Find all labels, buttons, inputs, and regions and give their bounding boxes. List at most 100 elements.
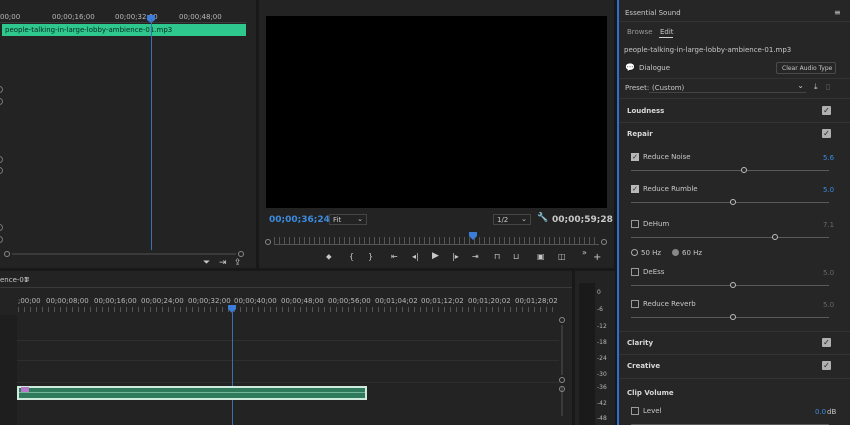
keyframe-icon[interactable] bbox=[0, 86, 3, 93]
deess-slider-knob[interactable] bbox=[730, 282, 736, 288]
mark-out-icon[interactable]: } bbox=[368, 252, 373, 261]
section-loudness[interactable]: Loudness bbox=[627, 107, 664, 115]
clarity-checkbox[interactable]: ✓ bbox=[822, 338, 831, 347]
clear-audio-type-label: Clear Audio Type bbox=[782, 65, 833, 72]
keyframe-icon[interactable] bbox=[0, 236, 3, 243]
meter-scale-label: -48 bbox=[597, 415, 607, 422]
dehum-slider[interactable] bbox=[631, 237, 829, 238]
zoom-dropdown[interactable]: Fit ⌄ bbox=[329, 214, 367, 225]
timeline-panel: ence-01 ≡ ;00;00 00;00;08;00 00;00;16;00… bbox=[0, 271, 572, 425]
add-button-icon[interactable]: + bbox=[593, 252, 601, 263]
menu-icon[interactable]: ≡ bbox=[24, 275, 30, 283]
timeline-ruler-tick: 00;01;04;02 bbox=[375, 297, 418, 305]
video-preview[interactable] bbox=[266, 16, 607, 208]
reduce-noise-slider-knob[interactable] bbox=[741, 167, 747, 173]
panel-menu-icon[interactable]: ≡ bbox=[834, 8, 841, 17]
deess-checkbox[interactable] bbox=[631, 268, 639, 276]
extract-icon[interactable]: ⊔ bbox=[513, 252, 519, 261]
timeline-ruler-tick: 00;01;12;02 bbox=[421, 297, 464, 305]
insert-icon[interactable]: ⇥ bbox=[219, 258, 227, 268]
tab-browse[interactable]: Browse bbox=[627, 28, 653, 36]
source-scrollbar[interactable] bbox=[0, 250, 246, 258]
section-clip-volume[interactable]: Clip Volume bbox=[627, 389, 674, 397]
dehum-slider-knob[interactable] bbox=[772, 234, 778, 240]
meter-scale-label: -42 bbox=[597, 400, 607, 407]
divider bbox=[619, 98, 850, 99]
more-buttons-icon[interactable]: » bbox=[582, 248, 587, 257]
vscroll-handle-icon[interactable] bbox=[559, 386, 565, 392]
filter-icon[interactable]: ⏷ bbox=[203, 258, 210, 268]
track-divider bbox=[17, 360, 559, 361]
meter-scale-label: -6 bbox=[597, 306, 603, 313]
level-value[interactable]: 0.0 bbox=[815, 408, 826, 416]
vscroll-track[interactable] bbox=[561, 325, 563, 375]
delete-preset-icon[interactable]: ▯ bbox=[826, 82, 830, 91]
deess-value[interactable]: 5.0 bbox=[823, 269, 834, 277]
step-back-icon[interactable]: ◂| bbox=[412, 252, 419, 261]
scrub-end-handle-icon[interactable] bbox=[601, 239, 607, 245]
reduce-reverb-checkbox[interactable] bbox=[631, 300, 639, 308]
panel-title: Essential Sound bbox=[625, 9, 681, 17]
reduce-reverb-value[interactable]: 5.0 bbox=[823, 301, 834, 309]
play-icon[interactable]: ▶ bbox=[432, 251, 439, 261]
export-frame-icon[interactable]: ▣ bbox=[537, 252, 545, 261]
hz-50-radio[interactable] bbox=[631, 249, 638, 256]
timeline-playhead-line bbox=[232, 311, 233, 425]
vscroll-handle-icon[interactable] bbox=[559, 317, 565, 323]
section-repair[interactable]: Repair bbox=[627, 130, 653, 138]
resolution-value: 1/2 bbox=[497, 216, 509, 224]
source-time-ruler[interactable]: 00;00 00;00;16;00 00;00;32;00 00;00;48;0… bbox=[0, 11, 246, 23]
repair-checkbox[interactable]: ✓ bbox=[822, 129, 831, 138]
timeline-ruler-tick: 00;00;24;00 bbox=[141, 297, 184, 305]
reduce-rumble-checkbox[interactable]: ✓ bbox=[631, 185, 639, 193]
scroll-track[interactable] bbox=[12, 253, 236, 255]
scrub-start-handle-icon[interactable] bbox=[265, 239, 271, 245]
timeline-time-ruler[interactable]: ;00;00 00;00;08;00 00;00;16;00 00;00;24;… bbox=[0, 294, 572, 314]
level-checkbox[interactable] bbox=[631, 407, 639, 415]
go-to-out-icon[interactable]: ⇥ bbox=[472, 252, 479, 261]
reduce-noise-value[interactable]: 5.6 bbox=[823, 154, 834, 162]
reduce-noise-slider[interactable] bbox=[631, 170, 829, 171]
resolution-dropdown[interactable]: 1/2 ⌄ bbox=[493, 214, 531, 225]
tab-edit[interactable]: Edit bbox=[660, 28, 674, 36]
scroll-handle-left-icon[interactable] bbox=[4, 251, 10, 257]
timeline-audio-clip[interactable] bbox=[17, 386, 367, 400]
reduce-noise-checkbox[interactable]: ✓ bbox=[631, 153, 639, 161]
program-playhead-icon[interactable] bbox=[469, 232, 477, 240]
export-icon[interactable]: ⇪ bbox=[234, 258, 242, 268]
lift-icon[interactable]: ⊓ bbox=[494, 252, 500, 261]
section-creative[interactable]: Creative bbox=[627, 362, 660, 370]
preset-dropdown[interactable]: (Custom) ⌄ bbox=[649, 81, 806, 93]
go-to-in-icon[interactable]: ⇤ bbox=[391, 252, 398, 261]
creative-checkbox[interactable]: ✓ bbox=[822, 361, 831, 370]
reduce-rumble-value[interactable]: 5.0 bbox=[823, 186, 834, 194]
add-marker-icon[interactable]: ⬥ bbox=[326, 252, 332, 262]
reduce-rumble-slider-knob[interactable] bbox=[730, 199, 736, 205]
keyframe-icon[interactable] bbox=[0, 98, 3, 105]
dehum-value[interactable]: 7.1 bbox=[823, 221, 834, 229]
mark-in-icon[interactable]: { bbox=[349, 252, 354, 261]
track-headers[interactable] bbox=[0, 315, 17, 425]
hz-60-radio[interactable] bbox=[672, 249, 679, 256]
vscroll-handle-icon[interactable] bbox=[559, 377, 565, 383]
reduce-reverb-slider-knob[interactable] bbox=[730, 314, 736, 320]
comparison-view-icon[interactable]: ◫ bbox=[558, 252, 566, 261]
keyframe-icon[interactable] bbox=[0, 167, 3, 174]
chevron-down-icon: ⌄ bbox=[521, 215, 527, 223]
loudness-checkbox[interactable]: ✓ bbox=[822, 106, 831, 115]
keyframe-icon[interactable] bbox=[0, 156, 3, 163]
program-timecode[interactable]: 00;00;36;24 bbox=[269, 215, 330, 225]
wrench-icon[interactable]: 🔧 bbox=[537, 213, 548, 223]
source-audio-clip[interactable]: people-talking-in-large-lobby-ambience-0… bbox=[2, 24, 246, 36]
clear-audio-type-button[interactable]: Clear Audio Type bbox=[776, 62, 836, 74]
program-scrub-bar[interactable] bbox=[265, 232, 608, 248]
dehum-checkbox[interactable] bbox=[631, 220, 639, 228]
save-preset-icon[interactable]: ⤓ bbox=[814, 82, 818, 92]
keyframe-icon[interactable] bbox=[0, 224, 3, 231]
step-forward-icon[interactable]: |▸ bbox=[452, 252, 459, 261]
section-clarity[interactable]: Clarity bbox=[627, 339, 653, 347]
hz-50-label: 50 Hz bbox=[641, 249, 662, 257]
timeline-ruler-ticks bbox=[18, 307, 558, 312]
scroll-handle-right-icon[interactable] bbox=[238, 251, 244, 257]
preset-label: Preset: bbox=[625, 84, 650, 92]
